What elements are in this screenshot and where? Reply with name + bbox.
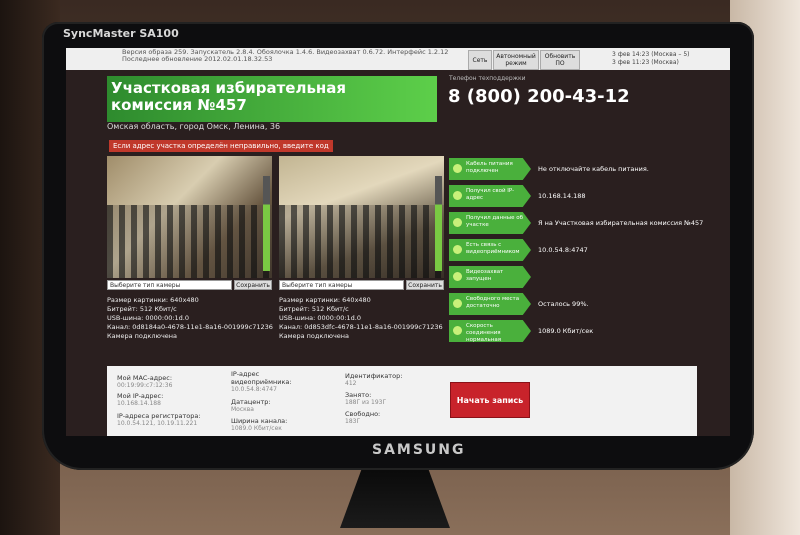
registrar-value: 10.0.54.121, 10.19.11.221 (117, 420, 198, 427)
status-label: Кабель питания подключен (466, 161, 513, 174)
network-button[interactable]: Сеть (468, 50, 492, 70)
camera-state: Камера подключена (107, 332, 178, 340)
status-label: Получил данные об участке (466, 215, 523, 228)
page-title: Участковая избирательная комиссия №457 (111, 79, 347, 114)
camera-scene (107, 204, 272, 278)
camera-size: Размер картинки: 640х480 (279, 296, 371, 304)
status-value: Я на Участковая избирательная комиссия №… (538, 219, 704, 227)
camera-channel: Канал: 0d8184a0-4678-11e1-8a16-001999c71… (107, 323, 273, 331)
used-value: 188Г из 193Г (345, 399, 387, 406)
status-value: 10.168.14.188 (538, 192, 586, 200)
signal-level-icon (435, 176, 442, 271)
status-label: Скорость соединения нормальная (466, 323, 502, 343)
camera-usb: USB-шина: 0000:00:1d.0 (107, 314, 190, 322)
camera-bitrate: Битрейт: 512 Кбит/с (279, 305, 349, 313)
status-power: Кабель питания подключен (449, 158, 531, 180)
bandwidth-label: Ширина канала: (231, 417, 288, 425)
ok-indicator-icon (453, 218, 462, 227)
status-label: Получил свой IP-адрес (466, 188, 515, 201)
camera-usb: USB-шина: 0000:00:1d.0 (279, 314, 362, 322)
free-label: Свободно: (345, 410, 381, 418)
receiver-label: IP-адрес видеоприёмника: (231, 370, 292, 386)
monitor-stand (340, 468, 450, 528)
status-value: Осталось 99%. (538, 300, 589, 308)
wrong-address-link[interactable]: Если адрес участка определён неправильно… (109, 140, 333, 152)
ok-indicator-icon (453, 326, 462, 335)
camera-preview-2 (279, 156, 444, 278)
status-ip: Получил свой IP-адрес (449, 185, 531, 207)
update-line: Последнее обновление 2012.02.01.18.32.53 (122, 55, 273, 63)
camera-info-1: Размер картинки: 640х480 Битрейт: 512 Кб… (107, 296, 273, 341)
start-recording-button[interactable]: Начать запись (450, 382, 530, 418)
ok-indicator-icon (453, 191, 462, 200)
ok-indicator-icon (453, 245, 462, 254)
status-value: 10.0.54.8:4747 (538, 246, 588, 254)
camera-bitrate: Битрейт: 512 Кбит/с (107, 305, 177, 313)
update-software-button[interactable]: Обновить ПО (540, 50, 580, 70)
datacenter-value: Москва (231, 406, 254, 413)
receiver-value: 10.0.54.8:4747 (231, 386, 277, 393)
clock: 3 фев 14:23 (Москва – 5) 3 фев 11:23 (Мо… (612, 51, 689, 67)
details-panel: Мой MAC-адрес: 00:19:99:c7:12:36 Мой IP-… (107, 366, 697, 436)
monitor-brand-logo: SAMSUNG (372, 442, 466, 458)
camera-scene (279, 204, 444, 278)
signal-level-icon (263, 176, 270, 271)
screen: Версия образа 259. Запускатель 2.8.4. Об… (66, 48, 730, 436)
ip-label: Мой IP-адрес: (117, 392, 164, 400)
status-precinct: Получил данные об участке (449, 212, 531, 234)
status-receiver: Есть связь с видеоприёмником (449, 239, 531, 261)
ok-indicator-icon (453, 164, 462, 173)
mac-label: Мой MAC-адрес: (117, 374, 173, 382)
status-label: Свободного места достаточно (466, 296, 520, 309)
status-value: Не отключайте кабель питания. (538, 165, 649, 173)
status-value: 1089.0 Кбит/сек (538, 327, 594, 335)
camera-save-button-1[interactable]: Сохранить (234, 280, 272, 290)
camera-info-2: Размер картинки: 640х480 Битрейт: 512 Кб… (279, 296, 443, 341)
mac-value: 00:19:99:c7:12:36 (117, 382, 173, 389)
camera-state: Камера подключена (279, 332, 350, 340)
registrar-label: IP-адреса регистратора: (117, 412, 201, 420)
datacenter-label: Датацентр: (231, 398, 271, 406)
version-info: Версия образа 259. Запускатель 2.8.4. Об… (122, 49, 518, 63)
camera-size: Размер картинки: 640х480 (107, 296, 199, 304)
id-label: Идентификатор: (345, 372, 403, 380)
top-bar: Версия образа 259. Запускатель 2.8.4. Об… (66, 48, 730, 70)
camera-type-select-1[interactable]: Выберите тип камеры (107, 280, 232, 290)
monitor-model-label: SyncMaster SA100 (63, 27, 179, 40)
bandwidth-value: 1089.0 Кбит/сек (231, 425, 282, 432)
offline-mode-button[interactable]: Автономный режим (493, 50, 539, 70)
camera-type-select-2[interactable]: Выберите тип камеры (279, 280, 404, 290)
clock-local: 3 фев 14:23 (Москва – 5) (612, 51, 690, 58)
status-label: Есть связь с видеоприёмником (466, 242, 520, 255)
camera-preview-1 (107, 156, 272, 278)
ip-value: 10.168.14.188 (117, 400, 161, 407)
free-value: 183Г (345, 418, 361, 425)
ok-indicator-icon (453, 299, 462, 308)
used-label: Занято: (345, 391, 372, 399)
camera-channel: Канал: 0d853dfc-4678-11e1-8a16-001999c71… (279, 323, 443, 331)
hotline-number: 8 (800) 200-43-12 (448, 86, 630, 107)
status-disk: Свободного места достаточно (449, 293, 531, 315)
id-value: 412 (345, 380, 357, 387)
status-label: Видеозахват запущен (466, 269, 504, 282)
status-capture: Видеозахват запущен (449, 266, 531, 288)
clock-moscow: 3 фев 11:23 (Москва) (612, 59, 679, 66)
camera-save-button-2[interactable]: Сохранить (406, 280, 444, 290)
hotline-label: Телефон техподдержки (449, 75, 526, 82)
status-speed: Скорость соединения нормальная (449, 320, 531, 342)
ok-indicator-icon (453, 272, 462, 281)
commission-title-box: Участковая избирательная комиссия №457 (107, 76, 437, 122)
address: Омская область, город Омск, Ленина, 36 (107, 122, 281, 131)
